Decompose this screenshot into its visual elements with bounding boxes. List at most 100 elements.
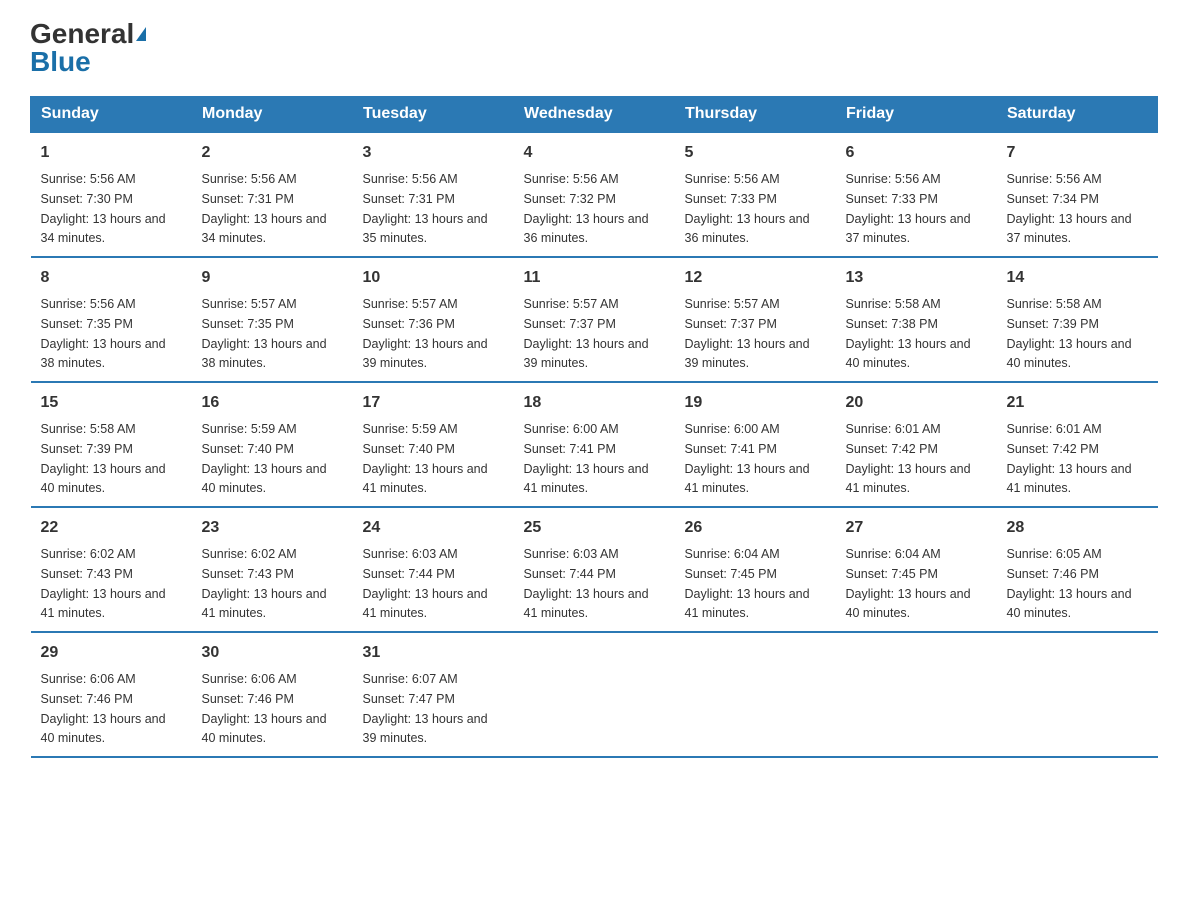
daylight-info: Daylight: 13 hours and 40 minutes. [846, 587, 971, 621]
logo-general-text: General [30, 20, 134, 48]
day-number: 22 [41, 516, 182, 540]
sunrise-info: Sunrise: 6:03 AM [363, 547, 458, 561]
logo-blue-text: Blue [30, 46, 91, 77]
column-header-thursday: Thursday [675, 97, 836, 133]
column-header-saturday: Saturday [997, 97, 1158, 133]
calendar-cell: 15 Sunrise: 5:58 AM Sunset: 7:39 PM Dayl… [31, 382, 192, 507]
daylight-info: Daylight: 13 hours and 37 minutes. [1007, 212, 1132, 246]
calendar-cell: 4 Sunrise: 5:56 AM Sunset: 7:32 PM Dayli… [514, 132, 675, 257]
sunset-info: Sunset: 7:30 PM [41, 192, 133, 206]
daylight-info: Daylight: 13 hours and 39 minutes. [685, 337, 810, 371]
daylight-info: Daylight: 13 hours and 39 minutes. [524, 337, 649, 371]
calendar-cell: 22 Sunrise: 6:02 AM Sunset: 7:43 PM Dayl… [31, 507, 192, 632]
sunrise-info: Sunrise: 5:56 AM [41, 297, 136, 311]
calendar-cell: 6 Sunrise: 5:56 AM Sunset: 7:33 PM Dayli… [836, 132, 997, 257]
week-row-5: 29 Sunrise: 6:06 AM Sunset: 7:46 PM Dayl… [31, 632, 1158, 757]
calendar-cell: 19 Sunrise: 6:00 AM Sunset: 7:41 PM Dayl… [675, 382, 836, 507]
daylight-info: Daylight: 13 hours and 41 minutes. [846, 462, 971, 496]
calendar-cell: 11 Sunrise: 5:57 AM Sunset: 7:37 PM Dayl… [514, 257, 675, 382]
sunset-info: Sunset: 7:31 PM [363, 192, 455, 206]
daylight-info: Daylight: 13 hours and 36 minutes. [685, 212, 810, 246]
week-row-1: 1 Sunrise: 5:56 AM Sunset: 7:30 PM Dayli… [31, 132, 1158, 257]
calendar-cell: 18 Sunrise: 6:00 AM Sunset: 7:41 PM Dayl… [514, 382, 675, 507]
sunset-info: Sunset: 7:39 PM [1007, 317, 1099, 331]
sunset-info: Sunset: 7:33 PM [685, 192, 777, 206]
sunset-info: Sunset: 7:37 PM [685, 317, 777, 331]
calendar-cell: 12 Sunrise: 5:57 AM Sunset: 7:37 PM Dayl… [675, 257, 836, 382]
sunset-info: Sunset: 7:43 PM [202, 567, 294, 581]
column-header-sunday: Sunday [31, 97, 192, 133]
day-number: 1 [41, 141, 182, 165]
day-number: 18 [524, 391, 665, 415]
calendar-cell [675, 632, 836, 757]
calendar-cell: 17 Sunrise: 5:59 AM Sunset: 7:40 PM Dayl… [353, 382, 514, 507]
calendar-cell: 28 Sunrise: 6:05 AM Sunset: 7:46 PM Dayl… [997, 507, 1158, 632]
calendar-cell [514, 632, 675, 757]
sunset-info: Sunset: 7:46 PM [202, 692, 294, 706]
week-row-3: 15 Sunrise: 5:58 AM Sunset: 7:39 PM Dayl… [31, 382, 1158, 507]
calendar-cell: 24 Sunrise: 6:03 AM Sunset: 7:44 PM Dayl… [353, 507, 514, 632]
day-number: 7 [1007, 141, 1148, 165]
day-number: 8 [41, 266, 182, 290]
daylight-info: Daylight: 13 hours and 40 minutes. [202, 712, 327, 746]
sunrise-info: Sunrise: 6:04 AM [846, 547, 941, 561]
daylight-info: Daylight: 13 hours and 41 minutes. [1007, 462, 1132, 496]
calendar-cell: 25 Sunrise: 6:03 AM Sunset: 7:44 PM Dayl… [514, 507, 675, 632]
day-number: 19 [685, 391, 826, 415]
calendar-cell [997, 632, 1158, 757]
day-number: 10 [363, 266, 504, 290]
logo: General Blue [30, 20, 146, 76]
calendar-cell: 16 Sunrise: 5:59 AM Sunset: 7:40 PM Dayl… [192, 382, 353, 507]
day-number: 15 [41, 391, 182, 415]
calendar-cell: 1 Sunrise: 5:56 AM Sunset: 7:30 PM Dayli… [31, 132, 192, 257]
sunset-info: Sunset: 7:40 PM [202, 442, 294, 456]
sunrise-info: Sunrise: 6:02 AM [41, 547, 136, 561]
sunset-info: Sunset: 7:45 PM [685, 567, 777, 581]
sunrise-info: Sunrise: 5:59 AM [202, 422, 297, 436]
sunrise-info: Sunrise: 6:06 AM [202, 672, 297, 686]
daylight-info: Daylight: 13 hours and 40 minutes. [1007, 587, 1132, 621]
calendar-cell: 30 Sunrise: 6:06 AM Sunset: 7:46 PM Dayl… [192, 632, 353, 757]
sunset-info: Sunset: 7:46 PM [41, 692, 133, 706]
sunset-info: Sunset: 7:41 PM [685, 442, 777, 456]
day-number: 2 [202, 141, 343, 165]
sunrise-info: Sunrise: 6:01 AM [1007, 422, 1102, 436]
day-number: 3 [363, 141, 504, 165]
sunrise-info: Sunrise: 6:06 AM [41, 672, 136, 686]
sunset-info: Sunset: 7:36 PM [363, 317, 455, 331]
day-number: 4 [524, 141, 665, 165]
daylight-info: Daylight: 13 hours and 39 minutes. [363, 337, 488, 371]
calendar-cell: 31 Sunrise: 6:07 AM Sunset: 7:47 PM Dayl… [353, 632, 514, 757]
day-number: 6 [846, 141, 987, 165]
sunset-info: Sunset: 7:42 PM [846, 442, 938, 456]
sunset-info: Sunset: 7:34 PM [1007, 192, 1099, 206]
sunset-info: Sunset: 7:31 PM [202, 192, 294, 206]
sunset-info: Sunset: 7:33 PM [846, 192, 938, 206]
sunset-info: Sunset: 7:38 PM [846, 317, 938, 331]
day-number: 30 [202, 641, 343, 665]
day-number: 17 [363, 391, 504, 415]
sunset-info: Sunset: 7:35 PM [202, 317, 294, 331]
sunset-info: Sunset: 7:35 PM [41, 317, 133, 331]
sunrise-info: Sunrise: 5:58 AM [1007, 297, 1102, 311]
sunset-info: Sunset: 7:37 PM [524, 317, 616, 331]
column-header-monday: Monday [192, 97, 353, 133]
sunrise-info: Sunrise: 5:59 AM [363, 422, 458, 436]
daylight-info: Daylight: 13 hours and 38 minutes. [202, 337, 327, 371]
column-header-friday: Friday [836, 97, 997, 133]
sunrise-info: Sunrise: 6:05 AM [1007, 547, 1102, 561]
column-header-tuesday: Tuesday [353, 97, 514, 133]
day-number: 26 [685, 516, 826, 540]
sunrise-info: Sunrise: 5:56 AM [363, 172, 458, 186]
sunset-info: Sunset: 7:47 PM [363, 692, 455, 706]
daylight-info: Daylight: 13 hours and 41 minutes. [524, 462, 649, 496]
day-number: 12 [685, 266, 826, 290]
day-number: 5 [685, 141, 826, 165]
calendar-cell: 9 Sunrise: 5:57 AM Sunset: 7:35 PM Dayli… [192, 257, 353, 382]
daylight-info: Daylight: 13 hours and 39 minutes. [363, 712, 488, 746]
daylight-info: Daylight: 13 hours and 41 minutes. [685, 462, 810, 496]
sunset-info: Sunset: 7:44 PM [363, 567, 455, 581]
page-header: General Blue [30, 20, 1158, 76]
calendar-cell: 21 Sunrise: 6:01 AM Sunset: 7:42 PM Dayl… [997, 382, 1158, 507]
calendar-cell: 10 Sunrise: 5:57 AM Sunset: 7:36 PM Dayl… [353, 257, 514, 382]
